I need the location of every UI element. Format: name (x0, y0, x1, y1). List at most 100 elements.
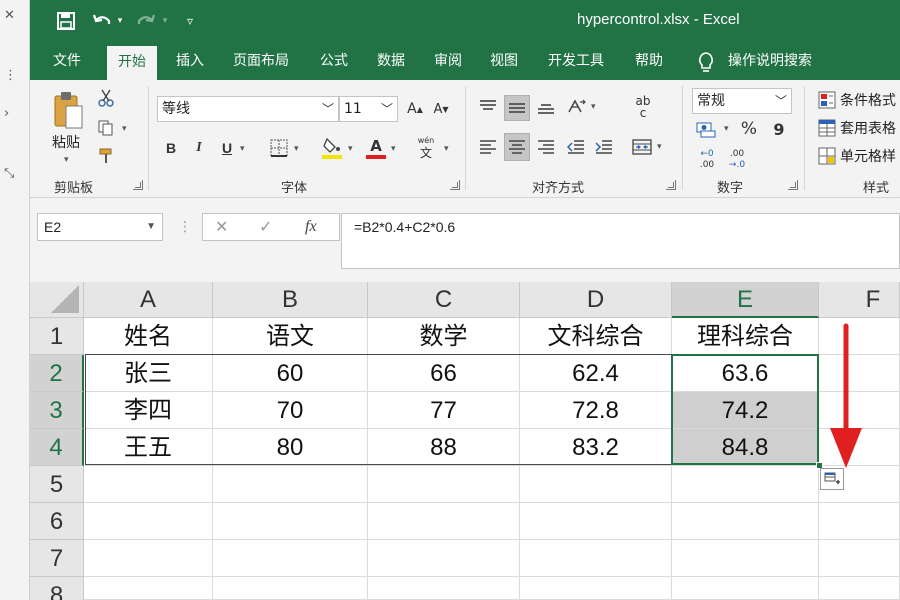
cell-f6[interactable] (819, 503, 900, 540)
cell-f8[interactable] (819, 577, 900, 600)
cell-b4[interactable]: 80 (213, 429, 368, 466)
row-header-8[interactable]: 8 (30, 577, 84, 600)
cell-a6[interactable] (84, 503, 213, 540)
row-header-2[interactable]: 2 (30, 355, 84, 392)
cell-b3[interactable]: 70 (213, 392, 368, 429)
formula-input[interactable]: =B2*0.4+C2*0.6 (341, 213, 900, 269)
cell-e8[interactable] (672, 577, 819, 600)
customize-qat-icon[interactable]: ▿ (182, 8, 198, 34)
column-header-a[interactable]: A (84, 282, 213, 318)
phonetic-guide-icon[interactable]: wén 文 (414, 135, 438, 161)
row-header-3[interactable]: 3 (30, 392, 84, 429)
chevron-down-icon[interactable]: ﹀ (775, 89, 787, 113)
tab-insert[interactable]: 插入 (165, 42, 215, 80)
conditional-format-icon[interactable] (817, 90, 837, 110)
cell-styles-icon[interactable] (817, 146, 837, 166)
font-color-dropdown-icon[interactable]: ▾ (391, 144, 396, 154)
accounting-dropdown-icon[interactable]: ▾ (724, 124, 729, 134)
cell-e1[interactable]: 理科综合 (672, 318, 819, 355)
align-center-icon[interactable] (504, 133, 530, 161)
column-header-d[interactable]: D (520, 282, 672, 318)
cancel-icon[interactable]: ✕ (215, 214, 228, 240)
cell-b8[interactable] (213, 577, 368, 600)
cell-b2[interactable]: 60 (213, 355, 368, 392)
column-header-f[interactable]: F (819, 282, 900, 318)
cell-b7[interactable] (213, 540, 368, 577)
copy-icon[interactable] (96, 118, 116, 138)
row-header-4[interactable]: 4 (30, 429, 84, 466)
enter-icon[interactable]: ✓ (259, 214, 272, 240)
fill-color-dropdown-icon[interactable]: ▾ (348, 144, 353, 154)
bottom-align-icon[interactable] (534, 95, 558, 119)
tab-home[interactable]: 开始 (107, 46, 157, 80)
cell-e4[interactable]: 84.8 (672, 429, 819, 466)
font-launcher-icon[interactable] (450, 180, 460, 190)
middle-align-icon[interactable] (504, 95, 530, 121)
cell-a4[interactable]: 王五 (84, 429, 213, 466)
cell-a2[interactable]: 张三 (84, 355, 213, 392)
redo-icon[interactable] (134, 8, 158, 34)
tell-me-search[interactable]: 操作说明搜索 (728, 42, 812, 80)
cell-c6[interactable] (368, 503, 520, 540)
formula-bar-splitter-icon[interactable]: ⋮ (178, 215, 192, 239)
chevron-down-icon[interactable]: ▼ (146, 214, 156, 240)
merge-dropdown-icon[interactable]: ▾ (657, 142, 662, 152)
cell-d3[interactable]: 72.8 (520, 392, 672, 429)
cell-a5[interactable] (84, 466, 213, 503)
cell-a8[interactable] (84, 577, 213, 600)
select-all-button[interactable] (30, 282, 84, 318)
cell-c3[interactable]: 77 (368, 392, 520, 429)
wrap-text-icon[interactable]: ab c (630, 92, 656, 122)
increase-font-size-icon[interactable]: A ▲ (406, 98, 424, 120)
cell-d8[interactable] (520, 577, 672, 600)
row-header-6[interactable]: 6 (30, 503, 84, 540)
cell-e7[interactable] (672, 540, 819, 577)
chevron-right-icon[interactable]: › (4, 106, 9, 121)
alignment-launcher-icon[interactable] (666, 180, 676, 190)
cell-b1[interactable]: 语文 (213, 318, 368, 355)
row-header-1[interactable]: 1 (30, 318, 84, 355)
tab-file[interactable]: 文件 (42, 42, 92, 80)
cell-a1[interactable]: 姓名 (84, 318, 213, 355)
cell-a7[interactable] (84, 540, 213, 577)
decrease-indent-icon[interactable] (564, 135, 588, 159)
cell-e3[interactable]: 74.2 (672, 392, 819, 429)
undo-dropdown-icon[interactable]: ▾ (115, 8, 125, 34)
format-painter-icon[interactable] (96, 146, 116, 166)
tab-formulas[interactable]: 公式 (309, 42, 359, 80)
insert-function-icon[interactable]: fx (305, 214, 317, 240)
chevron-down-icon[interactable]: ﹀ (381, 97, 393, 121)
cell-b6[interactable] (213, 503, 368, 540)
cell-d2[interactable]: 62.4 (520, 355, 672, 392)
merge-center-icon[interactable] (630, 135, 654, 159)
cell-c4[interactable]: 88 (368, 429, 520, 466)
cell-d7[interactable] (520, 540, 672, 577)
fill-color-icon[interactable] (320, 135, 344, 161)
paste-icon[interactable] (50, 88, 86, 132)
percent-style-button[interactable]: % (738, 118, 760, 140)
tab-developer[interactable]: 开发工具 (537, 42, 615, 80)
underline-button[interactable]: U (218, 137, 236, 159)
chevron-down-icon[interactable]: ﹀ (322, 97, 334, 121)
cell-e5[interactable] (672, 466, 819, 503)
tab-help[interactable]: 帮助 (624, 42, 674, 80)
format-as-table-button[interactable]: 套用表格 (840, 118, 896, 138)
underline-dropdown-icon[interactable]: ▾ (240, 144, 245, 154)
cell-d4[interactable]: 83.2 (520, 429, 672, 466)
redo-dropdown-icon[interactable]: ▾ (160, 8, 170, 34)
cell-d6[interactable] (520, 503, 672, 540)
phonetic-dropdown-icon[interactable]: ▾ (444, 144, 449, 154)
accounting-format-icon[interactable] (694, 118, 720, 140)
borders-icon[interactable] (268, 137, 290, 159)
cell-c1[interactable]: 数学 (368, 318, 520, 355)
cell-e6[interactable] (672, 503, 819, 540)
tab-page-layout[interactable]: 页面布局 (222, 42, 300, 80)
row-header-7[interactable]: 7 (30, 540, 84, 577)
decrease-font-size-icon[interactable]: A ▼ (432, 98, 450, 120)
cell-c2[interactable]: 66 (368, 355, 520, 392)
cell-e2[interactable]: 63.6 (672, 355, 819, 392)
conditional-format-button[interactable]: 条件格式 (840, 90, 896, 110)
font-color-icon[interactable]: A (364, 135, 388, 161)
bold-button[interactable]: B (162, 137, 180, 159)
paste-dropdown-icon[interactable]: ▾ (64, 155, 69, 165)
